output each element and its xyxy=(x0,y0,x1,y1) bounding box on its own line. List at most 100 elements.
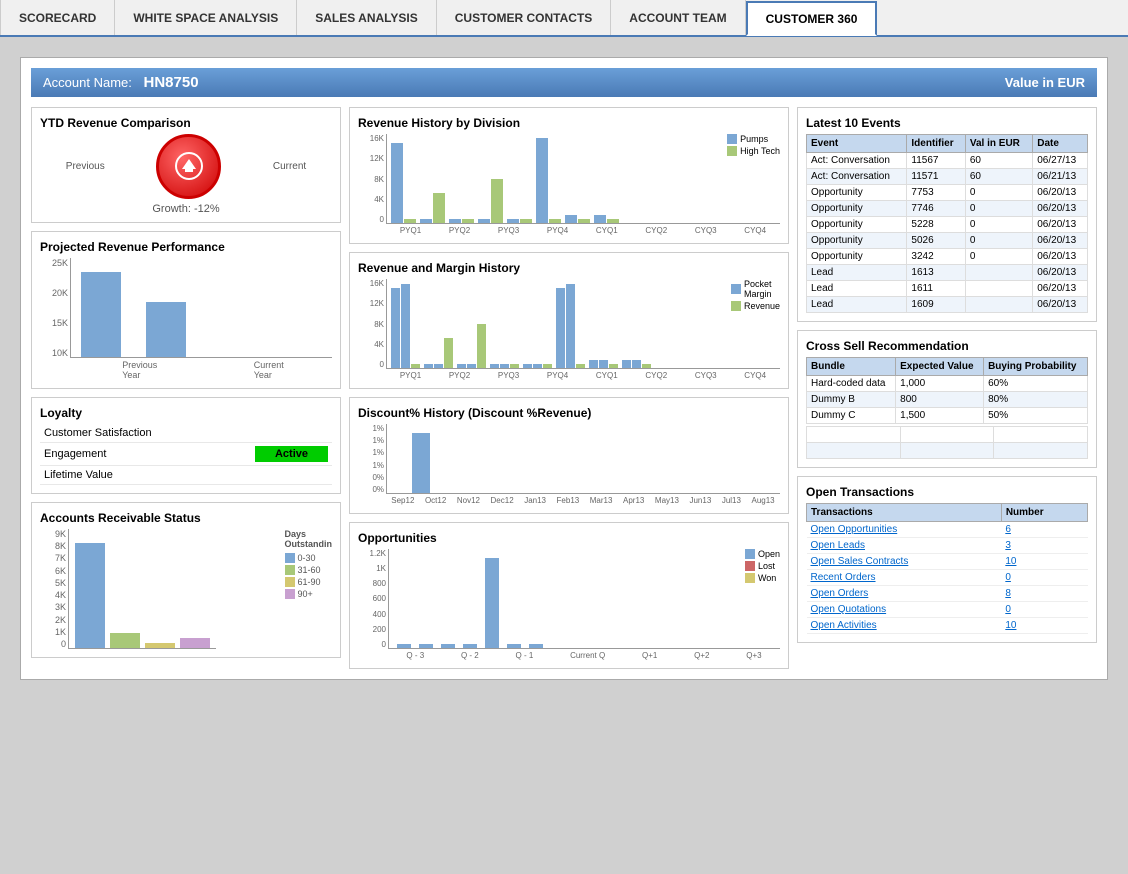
loyalty-row-satisfaction: Customer Satisfaction xyxy=(40,424,332,443)
projected-x-labels: PreviousYear CurrentYear xyxy=(70,360,332,380)
cs-col-prob: Buying Probability xyxy=(984,358,1088,376)
trans-col-name: Transactions xyxy=(807,504,1002,522)
events-row-8: Lead 1611 06/20/13 xyxy=(807,281,1088,297)
value-label: Value in EUR xyxy=(1005,75,1085,90)
opp-bars xyxy=(388,549,780,649)
events-row-4: Opportunity 5228 0 06/20/13 xyxy=(807,217,1088,233)
events-row-3: Opportunity 7746 0 06/20/13 xyxy=(807,201,1088,217)
nav-salesanalysis[interactable]: SALES ANALYSIS xyxy=(297,0,436,35)
events-col-date: Date xyxy=(1033,135,1088,153)
trans-col-number: Number xyxy=(1001,504,1087,522)
content-grid: YTD Revenue Comparison Previous xyxy=(31,107,1097,669)
ar-y-labels: 9K 8K 7K 6K 5K 4K 3K 2K 1K 0 xyxy=(40,529,66,649)
transactions-table: Transactions Number Open Opportunities 6… xyxy=(806,503,1088,634)
left-column: YTD Revenue Comparison Previous xyxy=(31,107,341,669)
ar-bars xyxy=(68,529,216,649)
ytd-growth: Growth: -12% xyxy=(152,203,219,215)
events-row-6: Opportunity 3242 0 06/20/13 xyxy=(807,249,1088,265)
opp-y-labels: 1.2K 1K 800 600 400 200 0 xyxy=(358,549,386,649)
revenue-margin-title: Revenue and Margin History xyxy=(358,261,780,275)
rev-hist-bars xyxy=(386,134,780,224)
ar-legend-0-30: 0-30 xyxy=(285,553,333,563)
projected-title: Projected Revenue Performance xyxy=(40,240,332,254)
rev-margin-bars xyxy=(386,279,780,369)
cs-col-value: Expected Value xyxy=(896,358,984,376)
rev-hist-y-labels: 16K 12K 8K 4K 0 xyxy=(358,134,384,224)
ar-bar-61-90 xyxy=(145,643,175,648)
trans-row-2: Open Sales Contracts 10 xyxy=(807,554,1088,570)
crosssell-tbody: Hard-coded data 1,000 60% Dummy B 800 80… xyxy=(807,376,1088,424)
rev-margin-y-labels: 16K 12K 8K 4K 0 xyxy=(358,279,384,369)
ytd-previous-label: Previous xyxy=(66,161,105,172)
ytd-circle xyxy=(156,134,221,199)
transactions-title: Open Transactions xyxy=(806,485,1088,499)
discount-title: Discount% History (Discount %Revenue) xyxy=(358,406,780,420)
trans-tbody: Open Opportunities 6 Open Leads 3 Open S… xyxy=(807,522,1088,634)
right-column: Latest 10 Events Event Identifier Val in… xyxy=(797,107,1097,669)
nav-scorecard[interactable]: SCORECARD xyxy=(0,0,115,35)
crosssell-row-0: Hard-coded data 1,000 60% xyxy=(807,376,1088,392)
ar-bar-0-30 xyxy=(75,543,105,648)
cs-col-bundle: Bundle xyxy=(807,358,896,376)
rev-hist-x-labels: PYQ1 PYQ2 PYQ3 PYQ4 CYQ1 CYQ2 CYQ3 CYQ4 xyxy=(386,226,780,235)
opp-x-labels: Q - 3 Q - 2 Q - 1 Current Q Q+1 Q+2 Q+3 xyxy=(388,651,780,660)
rev-margin-legend: PocketMargin Revenue xyxy=(731,279,780,311)
proj-bar-curr xyxy=(146,302,186,357)
events-row-7: Lead 1613 06/20/13 xyxy=(807,265,1088,281)
opportunities-title: Opportunities xyxy=(358,531,780,545)
events-col-val: Val in EUR xyxy=(965,135,1032,153)
events-table: Event Identifier Val in EUR Date Act: Co… xyxy=(806,134,1088,313)
trans-row-3: Recent Orders 0 xyxy=(807,570,1088,586)
crosssell-row-2: Dummy C 1,500 50% xyxy=(807,408,1088,424)
ar-section: Accounts Receivable Status 9K 8K 7K 6K 5… xyxy=(31,502,341,658)
projected-bars xyxy=(70,258,332,358)
events-row-5: Opportunity 5026 0 06/20/13 xyxy=(807,233,1088,249)
account-header: Account Name: HN8750 Value in EUR xyxy=(31,68,1097,97)
events-title: Latest 10 Events xyxy=(806,116,1088,130)
trans-row-0: Open Opportunities 6 xyxy=(807,522,1088,538)
nav-customercontacts[interactable]: CUSTOMER CONTACTS xyxy=(437,0,612,35)
transactions-section: Open Transactions Transactions Number Op… xyxy=(797,476,1097,643)
events-row-2: Opportunity 7753 0 06/20/13 xyxy=(807,185,1088,201)
events-row-1: Act: Conversation 11571 60 06/21/13 xyxy=(807,169,1088,185)
rev-hist-legend: Pumps High Tech xyxy=(727,134,780,156)
loyalty-title: Loyalty xyxy=(40,406,332,420)
trans-row-1: Open Leads 3 xyxy=(807,538,1088,554)
ar-bar-31-60 xyxy=(110,633,140,648)
discount-bars xyxy=(386,424,780,494)
ar-legend: DaysOutstandin 0-30 31-60 61-90 xyxy=(281,529,333,649)
account-label: Account Name: xyxy=(43,75,132,90)
loyalty-row-engagement: Engagement Active xyxy=(40,443,332,466)
main-container: Account Name: HN8750 Value in EUR YTD Re… xyxy=(20,57,1108,680)
loyalty-section: Loyalty Customer Satisfaction Engagement… xyxy=(31,397,341,494)
ar-legend-90plus: 90+ xyxy=(285,589,333,599)
ytd-title: YTD Revenue Comparison xyxy=(40,116,332,130)
opp-legend: Open Lost Won xyxy=(745,549,780,583)
nav-customer360[interactable]: CUSTOMER 360 xyxy=(746,1,878,36)
nav-accountteam[interactable]: ACCOUNT TEAM xyxy=(611,0,745,35)
ytd-section: YTD Revenue Comparison Previous xyxy=(31,107,341,223)
loyalty-table: Customer Satisfaction Engagement Active … xyxy=(40,424,332,485)
account-name: HN8750 xyxy=(144,74,199,91)
trans-row-6: Open Activities 10 xyxy=(807,618,1088,634)
ar-chart: 9K 8K 7K 6K 5K 4K 3K 2K 1K 0 xyxy=(40,529,332,649)
revenue-history-section: Revenue History by Division 16K 12K 8K 4… xyxy=(349,107,789,244)
events-col-id: Identifier xyxy=(907,135,965,153)
opportunities-section: Opportunities 1.2K 1K 800 600 400 200 0 xyxy=(349,522,789,669)
ytd-chart: Previous Current Growth: -12% xyxy=(40,134,332,214)
ytd-current-label: Current xyxy=(273,161,306,172)
revenue-history-title: Revenue History by Division xyxy=(358,116,780,130)
discount-x-labels: Sep12Oct12 Nov12Dec12 Jan13Feb13 Mar13Ap… xyxy=(386,496,780,505)
discount-section: Discount% History (Discount %Revenue) 1%… xyxy=(349,397,789,514)
ar-title: Accounts Receivable Status xyxy=(40,511,332,525)
ar-bar-90plus xyxy=(180,638,210,648)
projected-section: Projected Revenue Performance 25K 20K 15… xyxy=(31,231,341,389)
middle-column: Revenue History by Division 16K 12K 8K 4… xyxy=(349,107,789,669)
rev-margin-x-labels: PYQ1PYQ2 PYQ3PYQ4 CYQ1CYQ2 CYQ3CYQ4 xyxy=(386,371,780,380)
events-col-event: Event xyxy=(807,135,907,153)
top-navigation: SCORECARD WHITE SPACE ANALYSIS SALES ANA… xyxy=(0,0,1128,37)
nav-whitespace[interactable]: WHITE SPACE ANALYSIS xyxy=(115,0,297,35)
crosssell-title: Cross Sell Recommendation xyxy=(806,339,1088,353)
events-tbody: Act: Conversation 11567 60 06/27/13 Act:… xyxy=(807,153,1088,313)
crosssell-table: Bundle Expected Value Buying Probability… xyxy=(806,357,1088,424)
